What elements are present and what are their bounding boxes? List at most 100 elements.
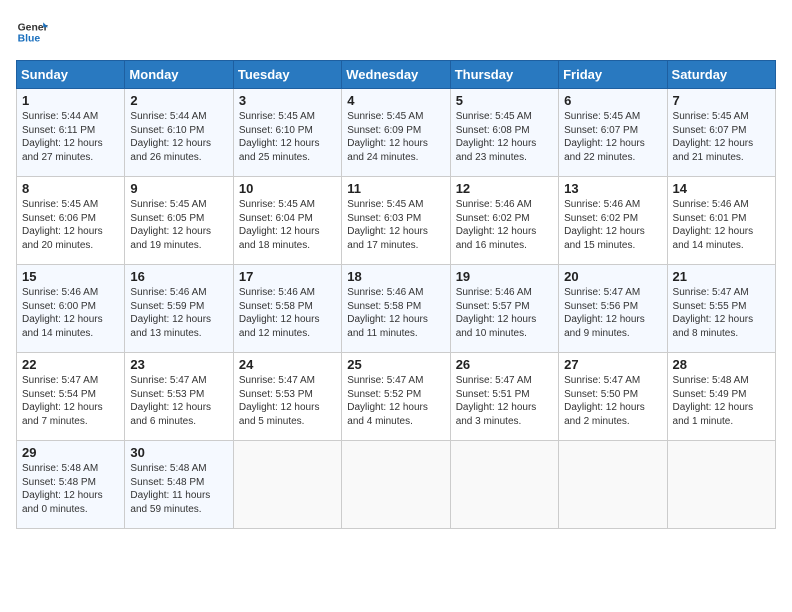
day-header-friday: Friday xyxy=(559,61,667,89)
day-info: Sunrise: 5:47 AM Sunset: 5:52 PM Dayligh… xyxy=(347,374,444,428)
day-number: 8 xyxy=(22,181,119,196)
day-info: Sunrise: 5:46 AM Sunset: 5:57 PM Dayligh… xyxy=(456,286,553,340)
calendar-cell: 30 Sunrise: 5:48 AM Sunset: 5:48 PM Dayli… xyxy=(125,441,233,529)
day-info: Sunrise: 5:47 AM Sunset: 5:53 PM Dayligh… xyxy=(239,374,336,428)
svg-text:Blue: Blue xyxy=(18,34,41,45)
day-info: Sunrise: 5:45 AM Sunset: 6:09 PM Dayligh… xyxy=(347,110,444,164)
day-number: 1 xyxy=(22,93,119,108)
day-number: 14 xyxy=(673,181,770,196)
day-number: 10 xyxy=(239,181,336,196)
day-number: 26 xyxy=(456,357,553,372)
day-number: 24 xyxy=(239,357,336,372)
day-number: 28 xyxy=(673,357,770,372)
day-number: 2 xyxy=(130,93,227,108)
day-info: Sunrise: 5:48 AM Sunset: 5:48 PM Dayligh… xyxy=(130,462,227,516)
day-info: Sunrise: 5:45 AM Sunset: 6:04 PM Dayligh… xyxy=(239,198,336,252)
calendar-body: 1 Sunrise: 5:44 AM Sunset: 6:11 PM Daylig… xyxy=(17,89,776,529)
day-info: Sunrise: 5:45 AM Sunset: 6:07 PM Dayligh… xyxy=(564,110,661,164)
day-info: Sunrise: 5:46 AM Sunset: 6:01 PM Dayligh… xyxy=(673,198,770,252)
calendar-cell: 7 Sunrise: 5:45 AM Sunset: 6:07 PM Daylig… xyxy=(667,89,775,177)
calendar-cell: 9Sunrise: 5:45 AM Sunset: 6:05 PM Daylig… xyxy=(125,177,233,265)
calendar-cell xyxy=(559,441,667,529)
day-info: Sunrise: 5:46 AM Sunset: 6:02 PM Dayligh… xyxy=(564,198,661,252)
day-number: 3 xyxy=(239,93,336,108)
calendar-cell xyxy=(342,441,450,529)
day-info: Sunrise: 5:47 AM Sunset: 5:51 PM Dayligh… xyxy=(456,374,553,428)
page-header: General Blue xyxy=(16,16,776,48)
day-info: Sunrise: 5:46 AM Sunset: 5:58 PM Dayligh… xyxy=(239,286,336,340)
day-info: Sunrise: 5:45 AM Sunset: 6:07 PM Dayligh… xyxy=(673,110,770,164)
calendar-cell: 10 Sunrise: 5:45 AM Sunset: 6:04 PM Dayli… xyxy=(233,177,341,265)
day-number: 15 xyxy=(22,269,119,284)
calendar-cell: 21 Sunrise: 5:47 AM Sunset: 5:55 PM Dayli… xyxy=(667,265,775,353)
calendar-cell: 19 Sunrise: 5:46 AM Sunset: 5:57 PM Dayli… xyxy=(450,265,558,353)
calendar-cell: 6 Sunrise: 5:45 AM Sunset: 6:07 PM Daylig… xyxy=(559,89,667,177)
calendar-cell: 28 Sunrise: 5:48 AM Sunset: 5:49 PM Dayli… xyxy=(667,353,775,441)
calendar-cell xyxy=(450,441,558,529)
calendar-cell: 12 Sunrise: 5:46 AM Sunset: 6:02 PM Dayli… xyxy=(450,177,558,265)
calendar-cell: 3 Sunrise: 5:45 AM Sunset: 6:10 PM Daylig… xyxy=(233,89,341,177)
day-number: 17 xyxy=(239,269,336,284)
day-info: Sunrise: 5:47 AM Sunset: 5:50 PM Dayligh… xyxy=(564,374,661,428)
day-number: 11 xyxy=(347,181,444,196)
calendar-cell: 29 Sunrise: 5:48 AM Sunset: 5:48 PM Dayli… xyxy=(17,441,125,529)
day-header-wednesday: Wednesday xyxy=(342,61,450,89)
day-number: 29 xyxy=(22,445,119,460)
calendar-cell: 13Sunrise: 5:46 AM Sunset: 6:02 PM Dayli… xyxy=(559,177,667,265)
day-info: Sunrise: 5:45 AM Sunset: 6:10 PM Dayligh… xyxy=(239,110,336,164)
calendar-cell: 27 Sunrise: 5:47 AM Sunset: 5:50 PM Dayli… xyxy=(559,353,667,441)
day-number: 20 xyxy=(564,269,661,284)
day-info: Sunrise: 5:46 AM Sunset: 5:58 PM Dayligh… xyxy=(347,286,444,340)
day-number: 7 xyxy=(673,93,770,108)
calendar-cell: 15 Sunrise: 5:46 AM Sunset: 6:00 PM Dayli… xyxy=(17,265,125,353)
day-number: 18 xyxy=(347,269,444,284)
calendar-cell: 1 Sunrise: 5:44 AM Sunset: 6:11 PM Daylig… xyxy=(17,89,125,177)
day-number: 5 xyxy=(456,93,553,108)
calendar-cell: 4 Sunrise: 5:45 AM Sunset: 6:09 PM Daylig… xyxy=(342,89,450,177)
day-info: Sunrise: 5:45 AM Sunset: 6:08 PM Dayligh… xyxy=(456,110,553,164)
day-number: 21 xyxy=(673,269,770,284)
calendar-cell: 17 Sunrise: 5:46 AM Sunset: 5:58 PM Dayli… xyxy=(233,265,341,353)
day-info: Sunrise: 5:44 AM Sunset: 6:10 PM Dayligh… xyxy=(130,110,227,164)
calendar-cell: 16Sunrise: 5:46 AM Sunset: 5:59 PM Dayli… xyxy=(125,265,233,353)
day-info: Sunrise: 5:46 AM Sunset: 6:02 PM Dayligh… xyxy=(456,198,553,252)
day-info: Sunrise: 5:45 AM Sunset: 6:03 PM Dayligh… xyxy=(347,198,444,252)
calendar-cell: 26 Sunrise: 5:47 AM Sunset: 5:51 PM Dayli… xyxy=(450,353,558,441)
day-info: Sunrise: 5:47 AM Sunset: 5:54 PM Dayligh… xyxy=(22,374,119,428)
day-number: 25 xyxy=(347,357,444,372)
day-header-tuesday: Tuesday xyxy=(233,61,341,89)
calendar-cell: 11 Sunrise: 5:45 AM Sunset: 6:03 PM Dayli… xyxy=(342,177,450,265)
day-info: Sunrise: 5:48 AM Sunset: 5:48 PM Dayligh… xyxy=(22,462,119,516)
day-info: Sunrise: 5:47 AM Sunset: 5:55 PM Dayligh… xyxy=(673,286,770,340)
calendar-cell xyxy=(233,441,341,529)
calendar-cell: 8Sunrise: 5:45 AM Sunset: 6:06 PM Daylig… xyxy=(17,177,125,265)
calendar-week-5: 29 Sunrise: 5:48 AM Sunset: 5:48 PM Dayli… xyxy=(17,441,776,529)
day-number: 12 xyxy=(456,181,553,196)
day-number: 6 xyxy=(564,93,661,108)
day-number: 4 xyxy=(347,93,444,108)
calendar-week-4: 22Sunrise: 5:47 AM Sunset: 5:54 PM Dayli… xyxy=(17,353,776,441)
day-number: 23 xyxy=(130,357,227,372)
day-number: 16 xyxy=(130,269,227,284)
day-info: Sunrise: 5:48 AM Sunset: 5:49 PM Dayligh… xyxy=(673,374,770,428)
day-number: 30 xyxy=(130,445,227,460)
day-info: Sunrise: 5:44 AM Sunset: 6:11 PM Dayligh… xyxy=(22,110,119,164)
calendar-cell: 22Sunrise: 5:47 AM Sunset: 5:54 PM Dayli… xyxy=(17,353,125,441)
calendar-cell xyxy=(667,441,775,529)
calendar-cell: 18 Sunrise: 5:46 AM Sunset: 5:58 PM Dayli… xyxy=(342,265,450,353)
day-number: 19 xyxy=(456,269,553,284)
day-header-sunday: Sunday xyxy=(17,61,125,89)
calendar-week-2: 8Sunrise: 5:45 AM Sunset: 6:06 PM Daylig… xyxy=(17,177,776,265)
calendar-cell: 20Sunrise: 5:47 AM Sunset: 5:56 PM Dayli… xyxy=(559,265,667,353)
day-info: Sunrise: 5:47 AM Sunset: 5:53 PM Dayligh… xyxy=(130,374,227,428)
calendar-cell: 14 Sunrise: 5:46 AM Sunset: 6:01 PM Dayli… xyxy=(667,177,775,265)
day-info: Sunrise: 5:46 AM Sunset: 6:00 PM Dayligh… xyxy=(22,286,119,340)
day-header-saturday: Saturday xyxy=(667,61,775,89)
day-info: Sunrise: 5:45 AM Sunset: 6:05 PM Dayligh… xyxy=(130,198,227,252)
calendar-table: SundayMondayTuesdayWednesdayThursdayFrid… xyxy=(16,60,776,529)
calendar-cell: 23 Sunrise: 5:47 AM Sunset: 5:53 PM Dayli… xyxy=(125,353,233,441)
day-number: 27 xyxy=(564,357,661,372)
calendar-week-1: 1 Sunrise: 5:44 AM Sunset: 6:11 PM Daylig… xyxy=(17,89,776,177)
logo: General Blue xyxy=(16,16,48,48)
calendar-cell: 5 Sunrise: 5:45 AM Sunset: 6:08 PM Daylig… xyxy=(450,89,558,177)
